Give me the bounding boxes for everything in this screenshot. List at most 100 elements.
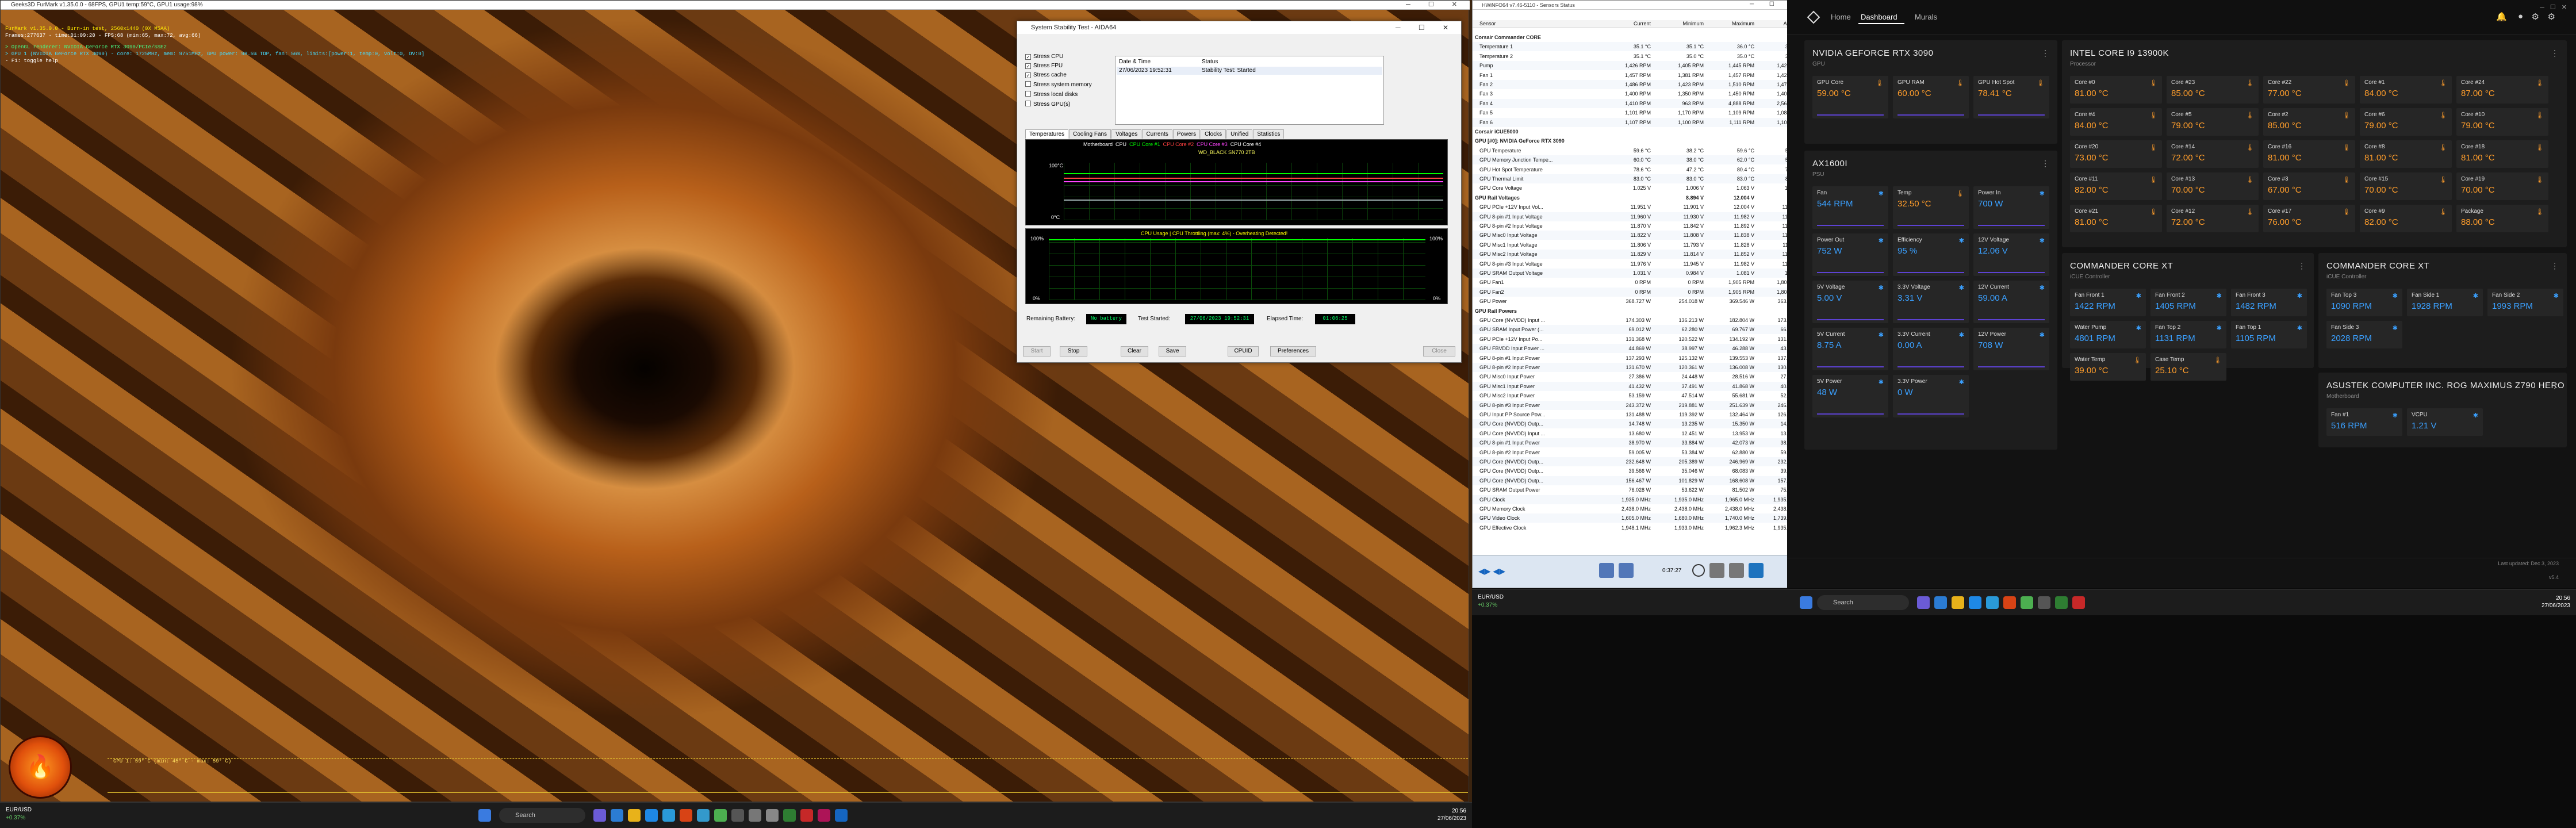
more-icon[interactable]: ⋮ bbox=[2551, 381, 2559, 390]
sensor-row[interactable]: GPU 8-pin #1 Input Voltage 11.960 V 11.930… bbox=[1473, 212, 1805, 221]
sensor-tile[interactable]: Core #0 81.00 °C 🌡 bbox=[2070, 76, 2162, 103]
sensor-tile[interactable]: 3.3V Power 0 W ✱ bbox=[1893, 375, 1969, 417]
sensor-tile[interactable]: GPU Core 59.00 °C 🌡 bbox=[1812, 76, 1888, 118]
sensor-tile[interactable]: Core #11 82.00 °C 🌡 bbox=[2070, 172, 2162, 200]
graph-tabs[interactable]: Temperatures Cooling Fans Voltages Currents… bbox=[1025, 129, 1285, 139]
sensor-row[interactable]: GPU Clock 1,935.0 MHz 1,935.0 MHz 1,965.0 M… bbox=[1473, 494, 1805, 504]
sensor-row[interactable]: GPU Rail Voltages 8.894 V 12.004 V bbox=[1473, 193, 1805, 202]
stop-button[interactable]: Stop bbox=[1060, 346, 1087, 356]
sensor-tile[interactable]: Fan Top 2 1131 RPM ✱ bbox=[2150, 321, 2226, 348]
sensor-row[interactable]: GPU Temperature59.6 °C38.2 °C59.6 °C56.3… bbox=[1473, 146, 1805, 155]
app-icon[interactable] bbox=[1917, 596, 1930, 609]
sensor-tile[interactable]: Core #14 72.00 °C 🌡 bbox=[2167, 140, 2259, 168]
stress-disks-checkbox[interactable]: Stress local disks bbox=[1025, 91, 1092, 98]
sensor-tile[interactable]: Core #12 72.00 °C 🌡 bbox=[2167, 205, 2259, 232]
more-icon[interactable]: ⋮ bbox=[2298, 261, 2306, 271]
sensor-tile[interactable]: Water Temp 39.00 °C 🌡 bbox=[2070, 353, 2146, 381]
sensor-tile[interactable]: GPU RAM 60.00 °C 🌡 bbox=[1893, 76, 1969, 118]
icue-window[interactable]: Home Dashboard Murals 🔔 ● ⚙ ⚙ ─☐✕ NVIDIA… bbox=[1787, 0, 2576, 588]
sensor-tile[interactable]: Core #21 81.00 °C 🌡 bbox=[2070, 205, 2162, 232]
app-icon[interactable] bbox=[611, 809, 623, 822]
sensor-tile[interactable]: 3.3V Current 0.00 A ✱ bbox=[1893, 328, 1969, 370]
sensor-tile[interactable]: Core #10 79.00 °C 🌡 bbox=[2456, 108, 2548, 136]
sensor-tile[interactable]: Core #9 82.00 °C 🌡 bbox=[2360, 205, 2452, 232]
widget-card-psu_card[interactable]: AX1600I PSU ⋮ Fan 544 RPM ✱ Temp 32.50 °C 🌡 Power… bbox=[1804, 151, 2057, 450]
sensor-row[interactable]: GPU Core (NVVDD) Outp... 14.748 W 13.235 W… bbox=[1473, 419, 1805, 429]
sensor-tile[interactable]: Core #18 81.00 °C 🌡 bbox=[2456, 140, 2548, 168]
sensor-row[interactable]: Fan 51,101 RPM1,170 RPM1,109 RPM1,084 RP… bbox=[1473, 108, 1805, 117]
sensor-tile[interactable]: Water Pump 4801 RPM ✱ bbox=[2070, 321, 2146, 348]
sensor-tile[interactable]: 12V Power 708 W ✱ bbox=[1973, 328, 2049, 370]
app-icon[interactable] bbox=[2072, 596, 2085, 609]
close-sensors-icon[interactable] bbox=[1749, 563, 1764, 578]
sensor-tile[interactable]: Fan Top 1 1105 RPM ✱ bbox=[2231, 321, 2307, 348]
sensor-row[interactable]: Pump1,426 RPM1,405 RPM1,445 RPM1,425 RPM bbox=[1473, 61, 1805, 71]
sensor-row[interactable]: GPU [#0]: NVIDIA GeForce RTX 3090 bbox=[1473, 136, 1805, 145]
sensor-list[interactable]: Corsair Commander CORE Temperature 1 35.1 … bbox=[1473, 33, 1805, 553]
widget-card-gpu_card[interactable]: NVIDIA GEFORCE RTX 3090 GPU ⋮ GPU Core 59.00… bbox=[1804, 40, 2057, 144]
app-icon[interactable] bbox=[749, 809, 761, 822]
stress-fpu-checkbox[interactable]: ✓ Stress FPU bbox=[1025, 63, 1092, 70]
edge-icon[interactable] bbox=[1969, 596, 1981, 609]
sensor-tile[interactable]: Fan Side 3 2028 RPM ✱ bbox=[2326, 321, 2402, 348]
sensor-row[interactable]: Temperature 235.1 °C35.0 °C35.0 °C35.0 °… bbox=[1473, 52, 1805, 61]
app-icon[interactable] bbox=[2003, 596, 2016, 609]
widget-card-cc2[interactable]: COMMANDER CORE XT iCUE Controller ⋮ Fan Top… bbox=[2318, 253, 2567, 368]
more-icon[interactable]: ⋮ bbox=[2041, 159, 2049, 168]
sensor-row[interactable]: GPU 8-pin #1 Input Power 38.970 W 33.884 W… bbox=[1473, 438, 1805, 448]
sensor-row[interactable]: GPU Misc0 Input Voltage 11.822 V 11.808 V 1… bbox=[1473, 231, 1805, 240]
app-icon[interactable] bbox=[783, 809, 796, 822]
stress-cpu-checkbox[interactable]: ✓ Stress CPU bbox=[1025, 53, 1092, 60]
sensor-row[interactable]: GPU Core Voltage1.025 V1.006 V1.063 V1.0… bbox=[1473, 183, 1805, 193]
sensor-tile[interactable]: Fan Front 2 1405 RPM ✱ bbox=[2150, 289, 2226, 316]
sensor-row[interactable]: Fan 31,400 RPM1,350 RPM1,450 RPM1,406 RP… bbox=[1473, 89, 1805, 98]
window-controls[interactable]: ─ ☐ ✕ bbox=[1406, 1, 1465, 8]
sensor-tile[interactable]: Fan Top 3 1090 RPM ✱ bbox=[2326, 289, 2402, 316]
sensor-tile[interactable]: Core #5 79.00 °C 🌡 bbox=[2167, 108, 2259, 136]
gear-icon[interactable] bbox=[1729, 563, 1744, 578]
start-icon[interactable] bbox=[478, 809, 491, 822]
reset-icon[interactable] bbox=[1709, 563, 1724, 578]
search-box[interactable]: Search bbox=[1817, 595, 1909, 610]
sensor-tile[interactable]: 3.3V Voltage 3.31 V ✱ bbox=[1893, 281, 1969, 323]
cpuid-button[interactable]: CPUID bbox=[1228, 346, 1259, 356]
sensor-tile[interactable]: Core #19 70.00 °C 🌡 bbox=[2456, 172, 2548, 200]
sensor-row[interactable]: GPU Fan20 RPM0 RPM1,905 RPM1,804 RPM bbox=[1473, 287, 1805, 297]
sensor-tile[interactable]: Core #17 76.00 °C 🌡 bbox=[2263, 205, 2355, 232]
app-icon[interactable] bbox=[662, 809, 675, 822]
app-icon[interactable] bbox=[766, 809, 779, 822]
more-icon[interactable]: ⋮ bbox=[2551, 48, 2559, 58]
sensor-tile[interactable]: Case Temp 25.10 °C 🌡 bbox=[2150, 353, 2226, 381]
sensor-row[interactable]: GPU Hot Spot Temperature 78.6 °C 47.2 °C 80… bbox=[1473, 165, 1805, 174]
sensor-row[interactable]: GPU PCIe +12V Input Vol... 11.951 V 11.901… bbox=[1473, 202, 1805, 212]
sensor-row[interactable]: GPU SRAM Output Voltage 1.031 V 0.984 V 1.0… bbox=[1473, 269, 1805, 278]
window-controls[interactable]: ─ ☐ ✕ bbox=[1396, 24, 1456, 32]
sensor-row[interactable]: GPU Misc1 Input Power 41.432 W 37.491 W 41.… bbox=[1473, 381, 1805, 391]
sensor-tile[interactable]: VCPU 1.21 V ✱ bbox=[2407, 408, 2483, 436]
app-icon[interactable] bbox=[835, 809, 848, 822]
sensor-tile[interactable]: 5V Current 8.75 A ✱ bbox=[1812, 328, 1888, 370]
sensor-row[interactable]: GPU 8-pin #1 Input Power 137.293 W 125.132… bbox=[1473, 354, 1805, 363]
network-icon[interactable] bbox=[1619, 563, 1634, 578]
weather-widget[interactable]: EUR/USD +0.37% bbox=[1478, 593, 1504, 610]
sensor-tile[interactable]: Power In 700 W ✱ bbox=[1973, 186, 2049, 229]
sensor-row[interactable]: GPU 8-pin #3 Input Power 243.372 W 219.881… bbox=[1473, 400, 1805, 410]
widget-card-mb[interactable]: ASUSTEK COMPUTER INC. ROG MAXIMUS Z790 H… bbox=[2318, 373, 2567, 447]
tab-currents[interactable]: Currents bbox=[1142, 129, 1172, 139]
sensor-row[interactable]: GPU PCIe +12V Input Po... 131.368 W 120.52… bbox=[1473, 335, 1805, 344]
sensor-tile[interactable]: Core #16 81.00 °C 🌡 bbox=[2263, 140, 2355, 168]
sensor-tile[interactable]: Fan #1 516 RPM ✱ bbox=[2326, 408, 2402, 436]
clock[interactable]: 20:56 27/06/2023 bbox=[2542, 595, 2570, 610]
sensor-tile[interactable]: 5V Power 48 W ✱ bbox=[1812, 375, 1888, 417]
search-box[interactable]: Search bbox=[499, 808, 585, 823]
sensor-tile[interactable]: Core #15 70.00 °C 🌡 bbox=[2360, 172, 2452, 200]
sensor-row[interactable]: Fan 41,410 RPM963 RPM4,888 RPM2,567 RPM bbox=[1473, 98, 1805, 108]
tab-cooling-fans[interactable]: Cooling Fans bbox=[1069, 129, 1111, 139]
sensor-tile[interactable]: 5V Voltage 5.00 V ✱ bbox=[1812, 281, 1888, 323]
app-icon[interactable] bbox=[1934, 596, 1947, 609]
edge-icon[interactable] bbox=[645, 809, 658, 822]
preferences-button[interactable]: Preferences bbox=[1270, 346, 1316, 356]
widget-card-cc1[interactable]: COMMANDER CORE XT iCUE Controller ⋮ Fan Fro… bbox=[2062, 253, 2314, 381]
sensor-row[interactable]: GPU Core (NVVDD) Input ... 174.303 W 136.2… bbox=[1473, 316, 1805, 325]
tab-voltages[interactable]: Voltages bbox=[1111, 129, 1142, 139]
